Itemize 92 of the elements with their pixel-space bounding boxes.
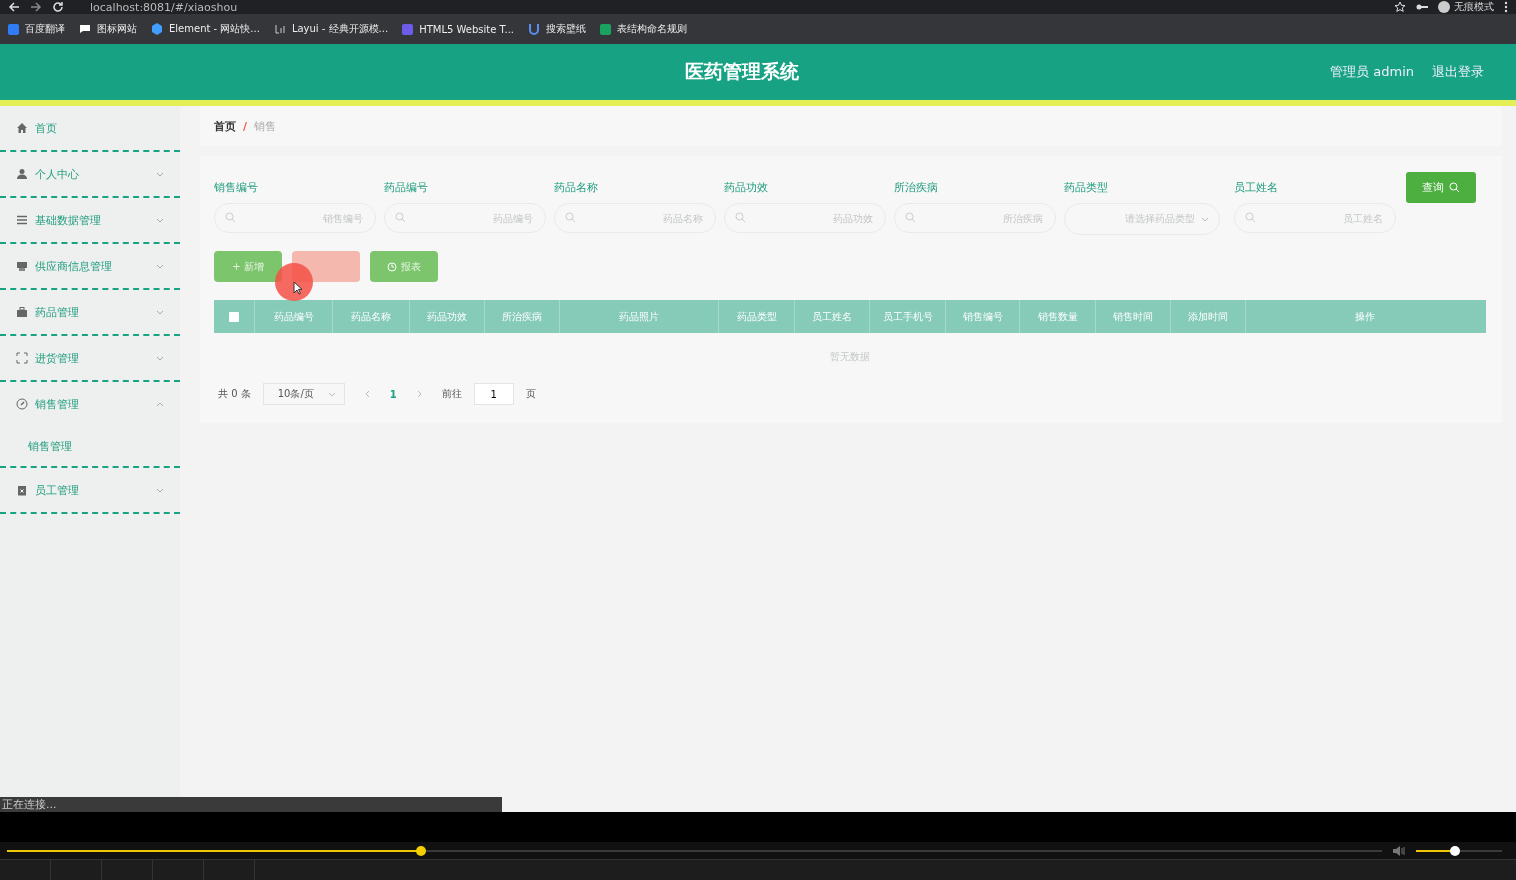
select-all-checkbox[interactable] [229, 311, 239, 322]
volume-icon[interactable] [1392, 844, 1406, 857]
bookmark[interactable]: 搜索壁纸 [528, 22, 587, 36]
total-count: 共 0 条 [218, 387, 251, 401]
briefcase-icon [16, 306, 28, 318]
column-header: 员工姓名 [794, 300, 869, 333]
magnet-icon [528, 23, 541, 35]
filter-label: 药品类型 [1064, 180, 1109, 195]
star-icon[interactable] [1394, 1, 1406, 13]
forward-icon[interactable] [30, 1, 42, 13]
search-icon [905, 212, 916, 223]
logout-link[interactable]: 退出登录 [1432, 63, 1484, 81]
filter-label: 药品编号 [384, 180, 429, 195]
clipboard-icon [16, 484, 28, 496]
status-text: 正在连接... [0, 797, 502, 812]
chevron-down-icon [156, 355, 164, 361]
chevron-down-icon [156, 309, 164, 315]
address-bar[interactable]: localhost:8081/#/xiaoshou [90, 0, 238, 14]
bookmark[interactable]: Layui - 经典开源模... [273, 22, 389, 36]
search-icon [1245, 212, 1256, 223]
caret-icon [327, 391, 336, 397]
filter-label: 药品名称 [554, 180, 599, 195]
printer-icon [16, 260, 28, 272]
goto-page-field[interactable]: 1 [473, 383, 514, 405]
bookmark[interactable]: Element - 网站快... [151, 22, 260, 36]
sidebar-item[interactable]: 首页 [0, 106, 180, 150]
column-header: 药品名称 [332, 300, 409, 333]
column-header: 药品照片 [559, 300, 718, 333]
sidebar-item[interactable]: 销售管理 [0, 382, 180, 426]
column-header: 药品功效 [409, 300, 484, 333]
sidebar-item[interactable]: 供应商信息管理 [0, 244, 180, 288]
column-header: 操作 [1245, 300, 1483, 333]
sidebar-item[interactable]: 药品管理 [0, 290, 180, 334]
caret-icon [1201, 216, 1209, 222]
column-header: 添加时间 [1170, 300, 1245, 333]
bookmark[interactable]: 表结构命名规则 [600, 22, 688, 36]
user-icon [16, 168, 28, 180]
search-icon [225, 212, 236, 223]
search-icon [565, 212, 576, 223]
chevron-down-icon [156, 217, 164, 223]
bookmark[interactable]: 百度翻译 [8, 22, 65, 36]
chevron-down-icon [156, 263, 164, 269]
column-header: 销售数量 [1019, 300, 1095, 333]
admin-user: 管理员 admin [1330, 63, 1414, 81]
hexagon-icon [151, 23, 163, 35]
page-size-select[interactable]: 10条/页 [262, 383, 345, 405]
home-icon [16, 122, 28, 134]
column-header: 销售编号 [945, 300, 1019, 333]
search-icon [735, 212, 746, 223]
back-icon[interactable] [8, 1, 20, 13]
filter-label: 员工姓名 [1234, 180, 1279, 195]
more-icon[interactable] [1504, 1, 1508, 13]
clock-icon [387, 261, 397, 272]
list-icon [16, 214, 28, 226]
search-icon [395, 212, 406, 223]
reload-icon[interactable] [52, 1, 64, 13]
filter-label: 药品功效 [724, 180, 769, 195]
column-header: 员工手机号 [869, 300, 945, 333]
compass-icon [16, 398, 28, 410]
sidebar-item[interactable]: 员工管理 [0, 468, 180, 512]
breadcrumb-item: 销售 [254, 118, 277, 134]
sidebar-subitem[interactable]: 销售管理 [0, 426, 180, 466]
add-button[interactable]: + 新增 [214, 251, 282, 282]
bars-icon [273, 24, 286, 34]
column-header: 药品类型 [718, 300, 794, 333]
scan-icon [16, 352, 28, 364]
breadcrumb-separator: / [243, 119, 248, 133]
bookmark[interactable]: 图标网站 [79, 22, 137, 36]
goto-label: 前往 [441, 387, 462, 401]
report-button[interactable]: 报表 [370, 251, 438, 282]
filter-label: 销售编号 [214, 180, 259, 195]
app-title: 医药管理系统 [685, 59, 799, 84]
key-icon[interactable] [1416, 2, 1428, 12]
chevron-down-icon [156, 487, 164, 493]
page-suffix: 页 [525, 387, 536, 401]
chevron-down-icon [156, 171, 164, 177]
sidebar-item[interactable]: 进货管理 [0, 336, 180, 380]
filter-label: 所治疾病 [894, 180, 939, 195]
page-number[interactable]: 1 [389, 388, 397, 400]
bookmark[interactable]: HTML5 Website T... [402, 23, 515, 35]
column-header: 销售时间 [1095, 300, 1170, 333]
incognito-profile[interactable]: 无痕模式 [1438, 0, 1494, 14]
chevron-up-icon [156, 401, 164, 407]
search-icon [1449, 182, 1460, 193]
column-header: 所治疾病 [484, 300, 559, 333]
sidebar-item[interactable]: 个人中心 [0, 152, 180, 196]
sheet-icon [600, 23, 612, 35]
breadcrumb-item[interactable]: 首页 [214, 118, 236, 134]
sidebar-item[interactable]: 基础数据管理 [0, 198, 180, 242]
square-icon [402, 23, 414, 35]
query-button[interactable]: 查询 [1406, 172, 1476, 203]
square-icon [8, 23, 19, 35]
